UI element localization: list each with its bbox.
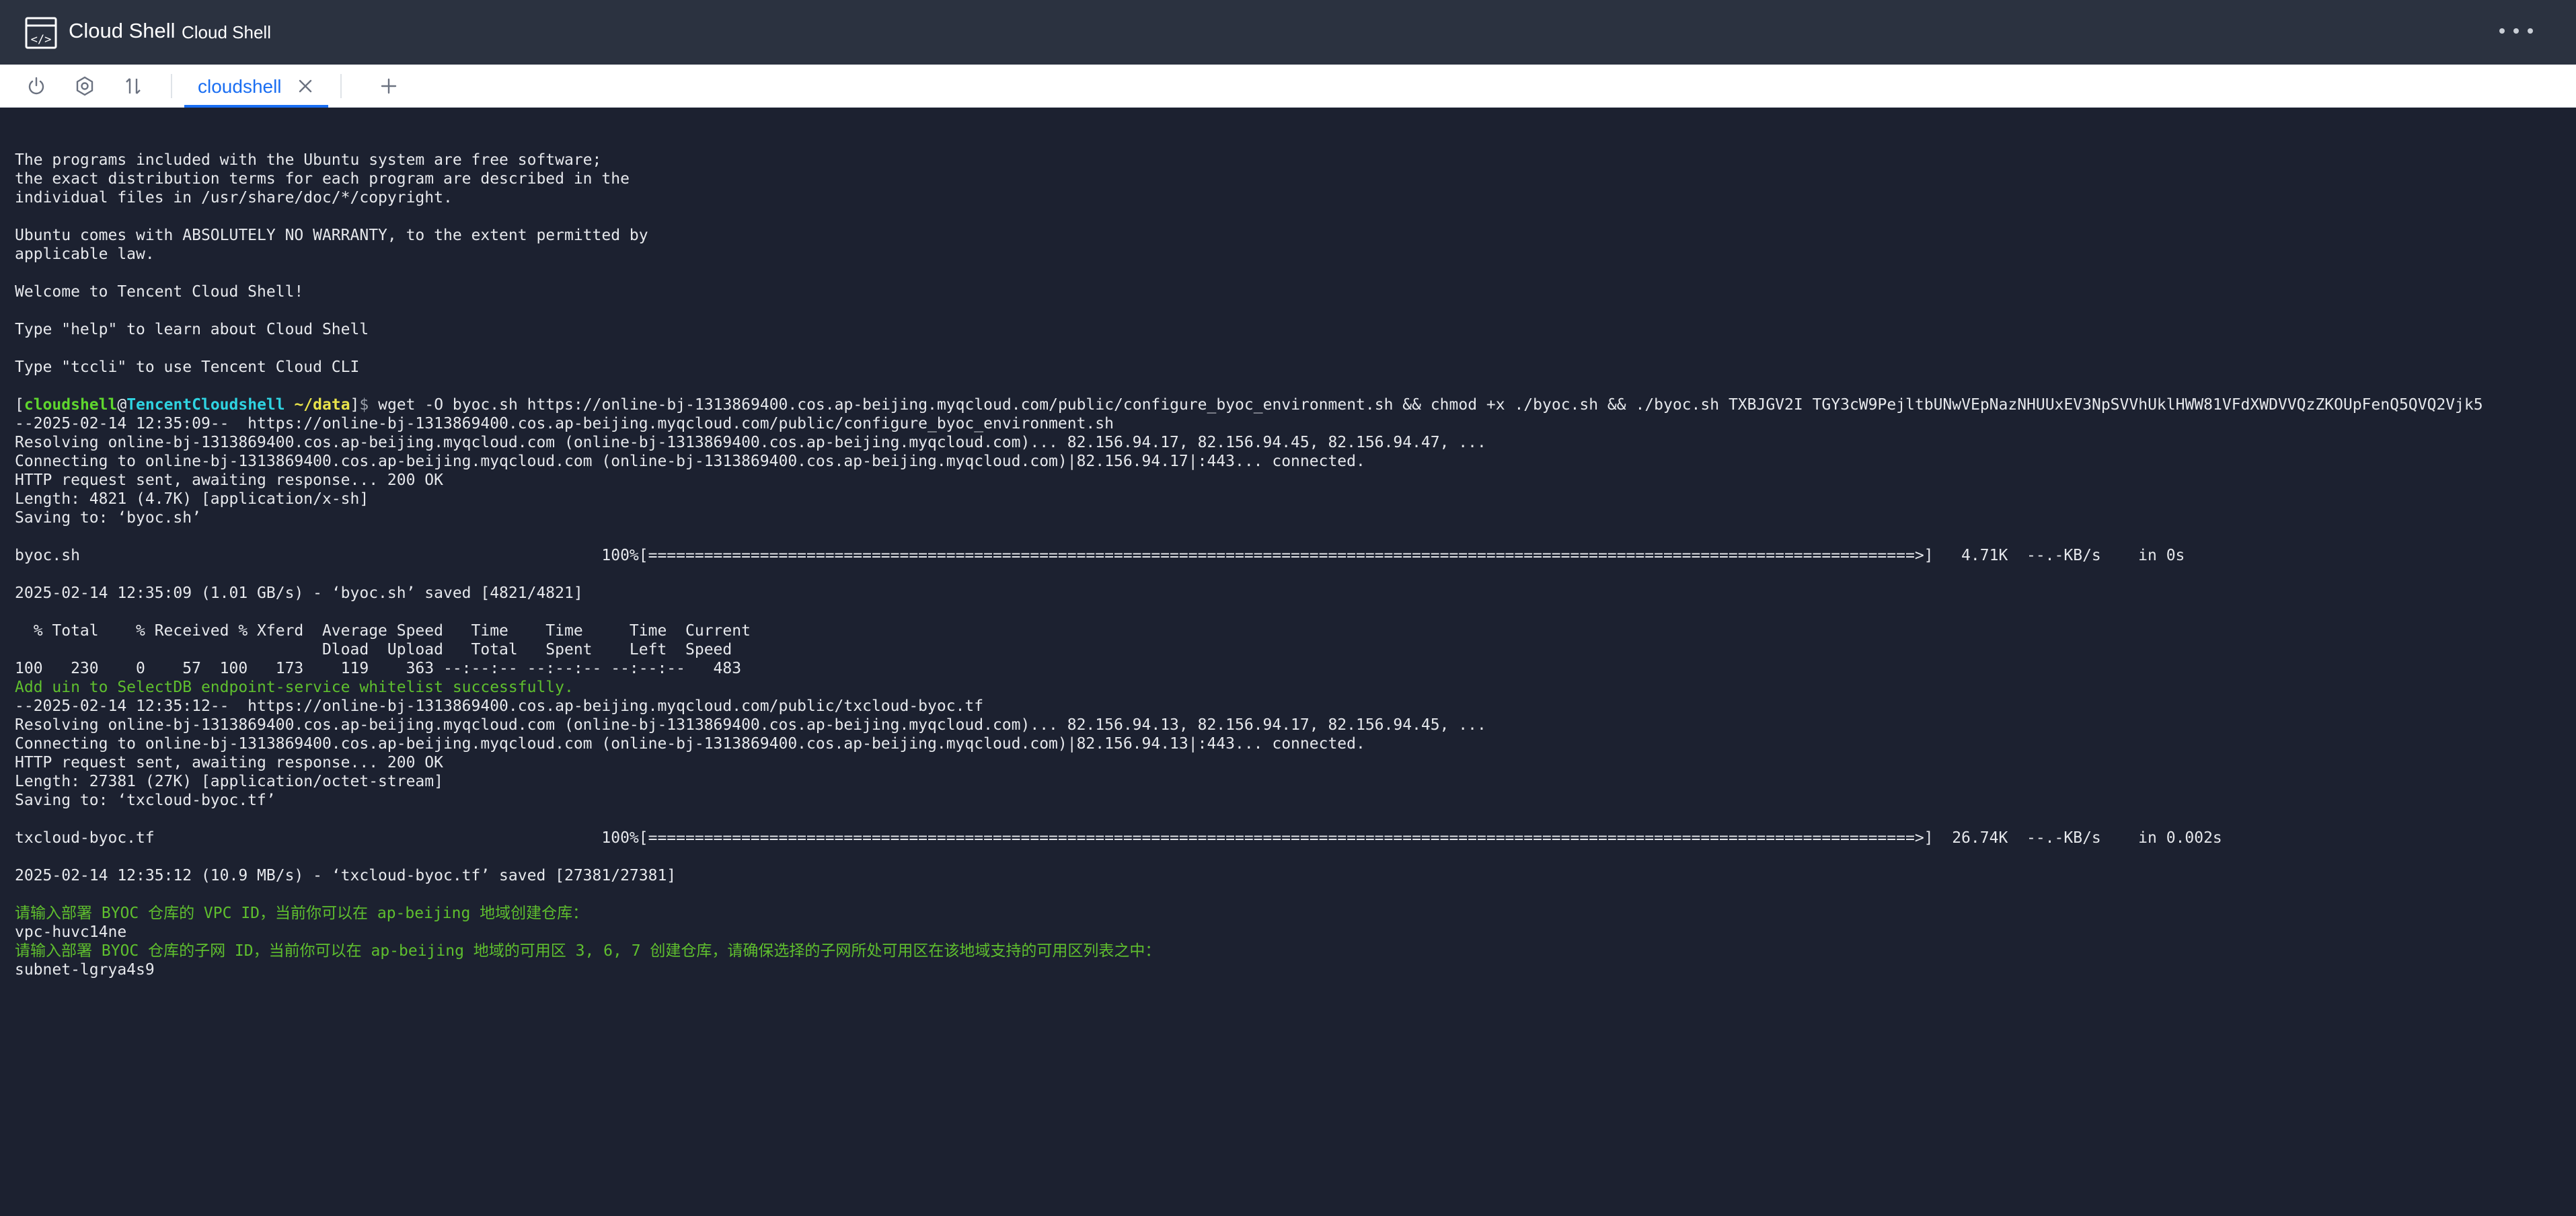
progress-line: txcloud-byoc.tf 100%[===================… xyxy=(15,829,2222,847)
title-bar: </> Cloud Shell Cloud Shell xyxy=(0,0,2576,65)
power-icon[interactable] xyxy=(23,73,50,100)
prompt-bracket: ] xyxy=(350,396,360,414)
more-horizontal-icon[interactable] xyxy=(2499,19,2533,43)
terminal-line: Connecting to online-bj-1313869400.cos.a… xyxy=(15,735,1365,753)
cloud-shell-logo-icon: </> xyxy=(25,17,57,49)
app-title: Cloud Shell xyxy=(69,19,176,42)
shell-command: wget -O byoc.sh https://online-bj-131386… xyxy=(378,396,2483,414)
tab-bar: cloudshell xyxy=(0,65,2576,108)
terminal-line: Ubuntu comes with ABSOLUTELY NO WARRANTY… xyxy=(15,227,648,244)
terminal-line: Length: 27381 (27K) [application/octet-s… xyxy=(15,773,443,790)
subnet-id-input[interactable]: subnet-lgrya4s9 xyxy=(15,960,2571,979)
toolbar-divider xyxy=(171,74,172,98)
terminal-line: applicable law. xyxy=(15,245,155,263)
terminal-line: HTTP request sent, awaiting response... … xyxy=(15,471,443,489)
prompt-symbol: $ xyxy=(359,396,379,414)
terminal-line: % Total % Received % Xferd Average Speed… xyxy=(15,622,751,640)
prompt-user: cloudshell xyxy=(24,396,118,414)
upload-download-icon[interactable] xyxy=(120,73,147,100)
subnet-id-prompt: 请输入部署 BYOC 仓库的子网 ID，当前你可以在 ap-beijing 地域… xyxy=(15,942,1161,960)
tab-label: cloudshell xyxy=(198,76,282,97)
shell-prompt-line: [cloudshell@TencentCloudshell ~/data]$ w… xyxy=(15,395,2571,414)
prompt-host: TencentCloudshell xyxy=(126,396,285,414)
terminal-line: 2025-02-14 12:35:12 (10.9 MB/s) - ‘txclo… xyxy=(15,867,677,884)
terminal-line: Dload Upload Total Spent Left Speed xyxy=(15,641,732,658)
terminal-line: Type "help" to learn about Cloud Shell xyxy=(15,321,369,338)
terminal-line: --2025-02-14 12:35:09-- https://online-b… xyxy=(15,415,1114,432)
plus-icon[interactable] xyxy=(378,75,400,97)
terminal-output[interactable]: The programs included with the Ubuntu sy… xyxy=(0,108,2576,1216)
terminal-line: Connecting to online-bj-1313869400.cos.a… xyxy=(15,453,1365,470)
terminal-line: 2025-02-14 12:35:09 (1.01 GB/s) - ‘byoc.… xyxy=(15,584,583,602)
terminal-line: 100 230 0 57 100 173 119 363 --:--:-- --… xyxy=(15,660,742,677)
terminal-line: Resolving online-bj-1313869400.cos.ap-be… xyxy=(15,716,1486,734)
terminal-line: Type "tccli" to use Tencent Cloud CLI xyxy=(15,358,360,376)
terminal-line: individual files in /usr/share/doc/*/cop… xyxy=(15,189,453,206)
settings-icon[interactable] xyxy=(71,73,98,100)
terminal-line: Resolving online-bj-1313869400.cos.ap-be… xyxy=(15,434,1486,451)
terminal-line: --2025-02-14 12:35:12-- https://online-b… xyxy=(15,697,984,715)
success-message: Add uin to SelectDB endpoint-service whi… xyxy=(15,679,574,696)
terminal-line: HTTP request sent, awaiting response... … xyxy=(15,754,443,771)
vpc-id-prompt: 请输入部署 BYOC 仓库的 VPC ID，当前你可以在 ap-beijing … xyxy=(15,905,589,922)
terminal-line: Length: 4821 (4.7K) [application/x-sh] xyxy=(15,490,369,508)
progress-line: byoc.sh 100%[===========================… xyxy=(15,547,2185,564)
svg-text:</>: </> xyxy=(31,33,52,46)
prompt-at: @ xyxy=(117,396,127,414)
tab-cloudshell[interactable]: cloudshell xyxy=(184,65,328,108)
terminal-line: the exact distribution terms for each pr… xyxy=(15,170,630,188)
tab-divider xyxy=(340,74,342,98)
vpc-id-input[interactable]: vpc-huvc14ne xyxy=(15,923,2571,942)
terminal-line: Welcome to Tencent Cloud Shell! xyxy=(15,283,304,301)
terminal-line: The programs included with the Ubuntu sy… xyxy=(15,151,602,169)
terminal-line: Saving to: ‘byoc.sh’ xyxy=(15,509,201,527)
close-icon[interactable] xyxy=(296,77,315,96)
terminal-line: Saving to: ‘txcloud-byoc.tf’ xyxy=(15,792,276,809)
app-subtitle: Cloud Shell xyxy=(182,22,271,42)
prompt-bracket: [ xyxy=(15,396,24,414)
prompt-path: ~/data xyxy=(285,396,350,414)
